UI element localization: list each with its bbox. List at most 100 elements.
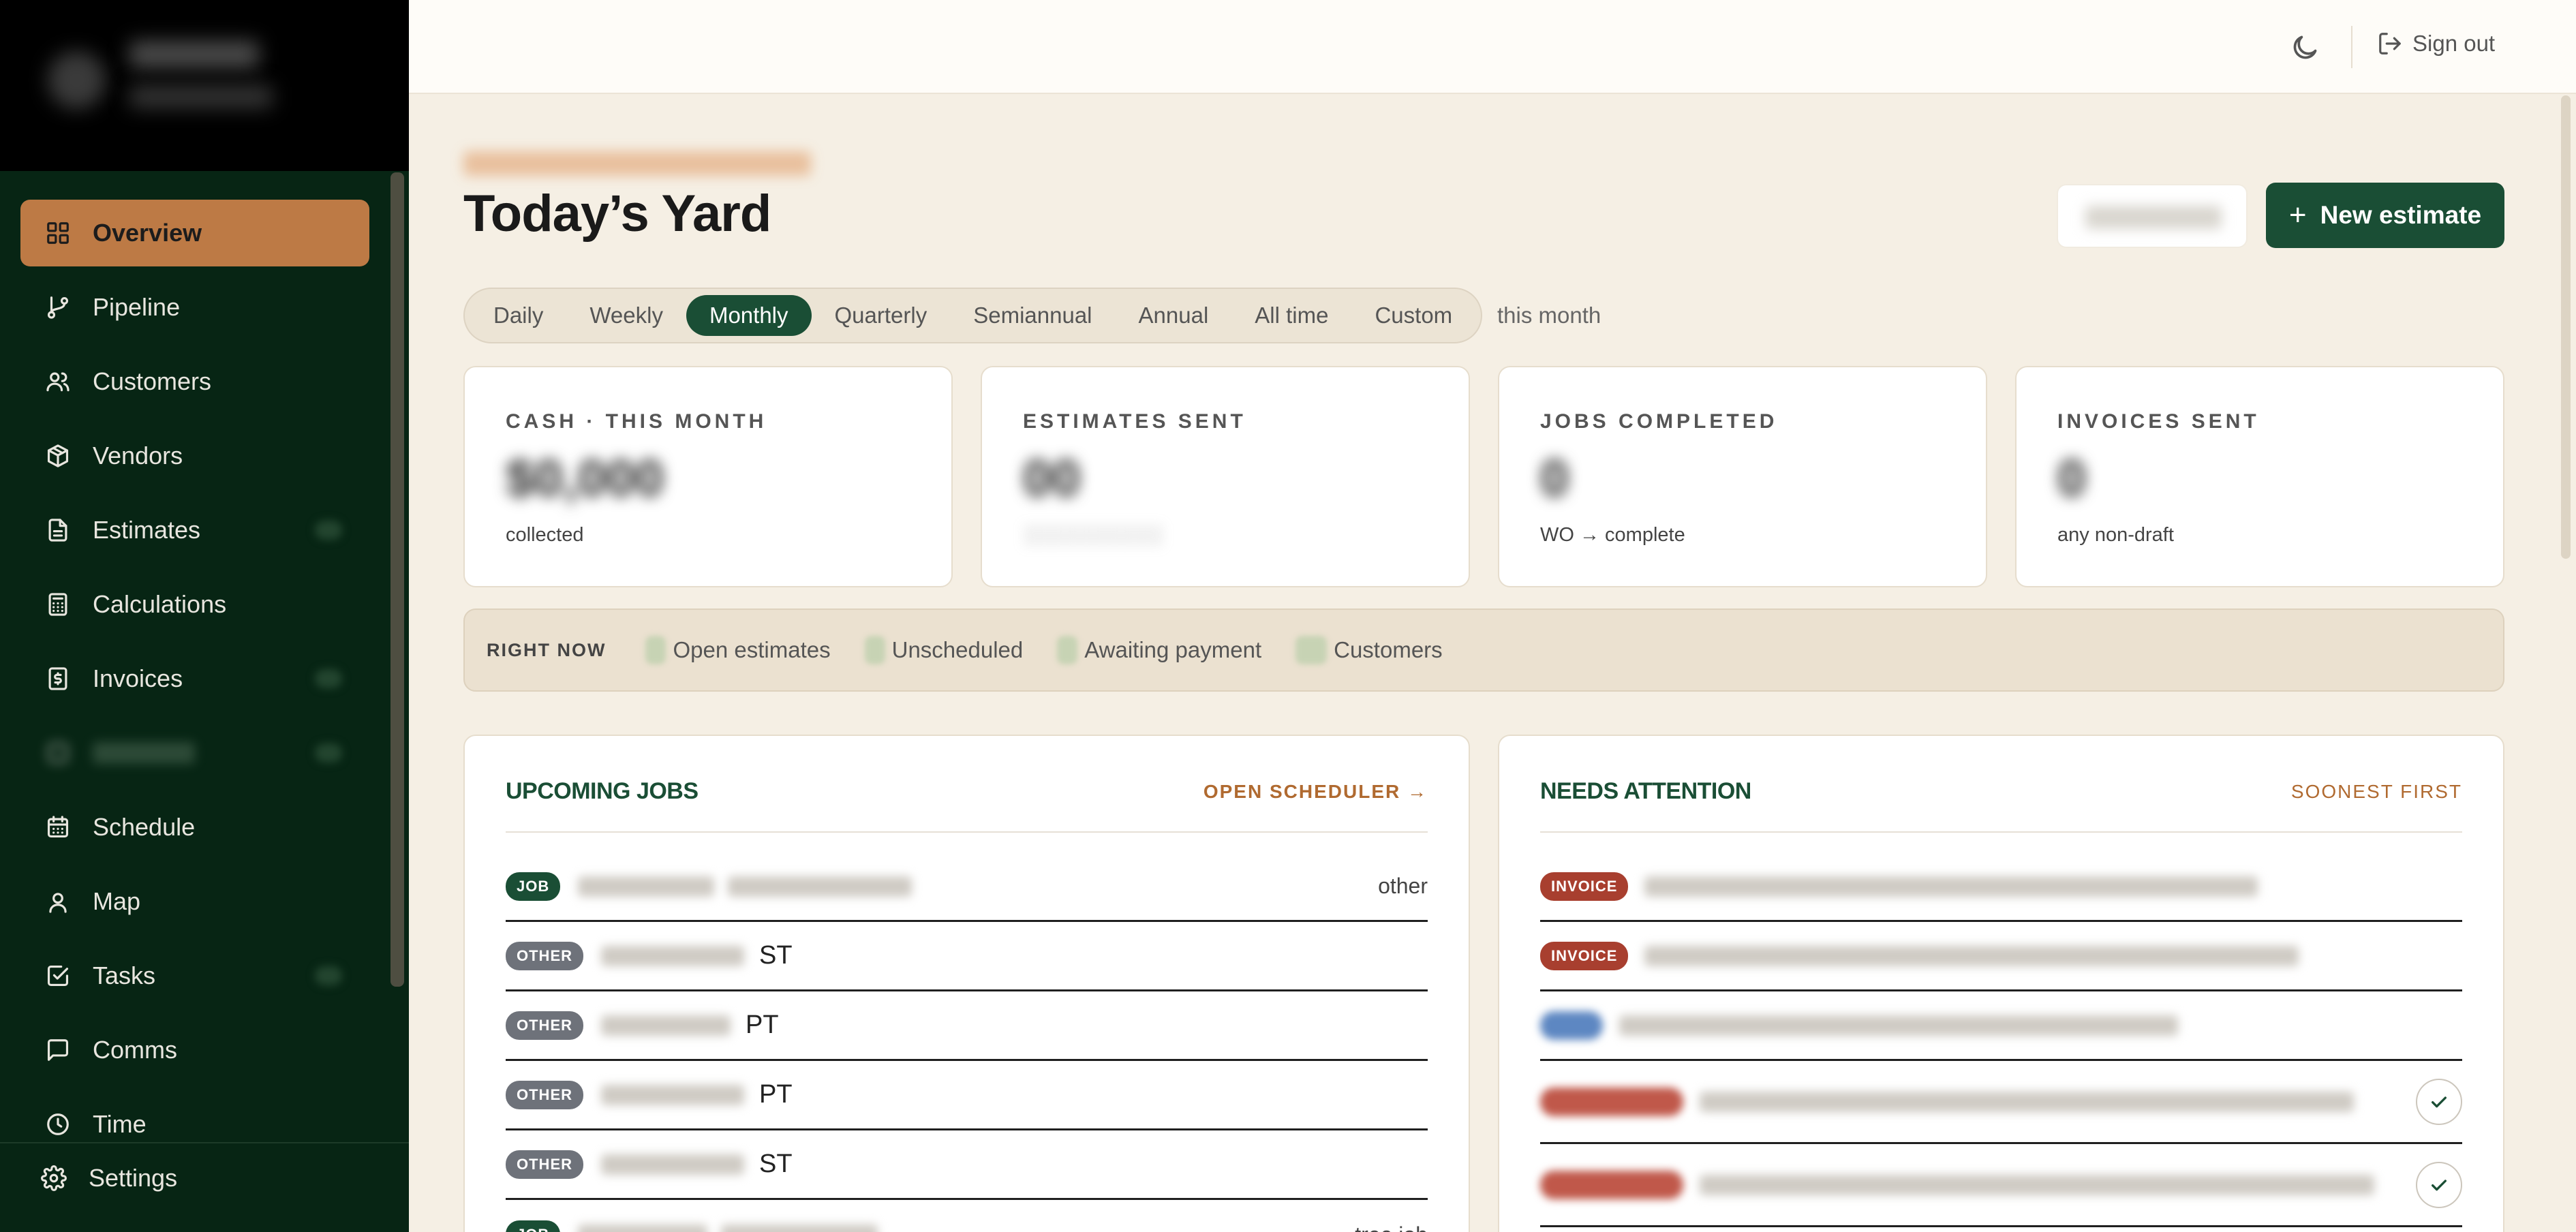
kpi-jobs-completed[interactable]: JOBS COMPLETED 0 WO → complete bbox=[1498, 366, 1987, 587]
job-time-redacted bbox=[601, 1154, 744, 1175]
count-badge bbox=[1057, 636, 1078, 664]
right-now-open-estimates[interactable]: Open estimates bbox=[645, 636, 831, 664]
sidebar-item-pipeline[interactable]: Pipeline bbox=[20, 274, 369, 341]
right-now-item-label: Customers bbox=[1334, 637, 1443, 662]
check-square-icon bbox=[45, 963, 71, 989]
attention-text-redacted bbox=[1644, 945, 2299, 966]
mark-done-button[interactable] bbox=[2416, 1078, 2462, 1125]
job-title: ST bbox=[759, 941, 793, 970]
date-line-redacted bbox=[463, 151, 811, 176]
tab-annual[interactable]: Annual bbox=[1116, 295, 1232, 336]
job-time-redacted bbox=[601, 945, 744, 966]
dollar-receipt-icon bbox=[45, 666, 71, 692]
tab-custom[interactable]: Custom bbox=[1351, 295, 1475, 336]
right-now-awaiting-payment[interactable]: Awaiting payment bbox=[1057, 636, 1261, 664]
job-row[interactable]: JOB other bbox=[506, 852, 1428, 922]
brand-logo bbox=[48, 51, 106, 109]
tab-quarterly[interactable]: Quarterly bbox=[812, 295, 951, 336]
right-now-item-label: Open estimates bbox=[673, 637, 831, 662]
job-row[interactable]: OTHER ST bbox=[506, 922, 1428, 991]
redacted-icon bbox=[45, 740, 71, 766]
kpi-subtext: any non-draft bbox=[2057, 524, 2174, 546]
tab-monthly[interactable]: Monthly bbox=[686, 295, 812, 336]
job-row[interactable]: OTHER ST bbox=[506, 1130, 1428, 1200]
upcoming-jobs-panel: UPCOMING JOBS OPEN SCHEDULER → JOB other… bbox=[463, 735, 1470, 1232]
sidebar-item-comms[interactable]: Comms bbox=[20, 1017, 369, 1083]
sidebar-item-customers[interactable]: Customers bbox=[20, 348, 369, 415]
map-pin-icon bbox=[45, 889, 71, 914]
add-customer-button[interactable] bbox=[2057, 184, 2248, 248]
attention-row[interactable]: • bbox=[1540, 1061, 2462, 1144]
sidebar-item-redacted[interactable] bbox=[20, 720, 369, 786]
attention-row[interactable]: INVOICE bbox=[1540, 852, 2462, 922]
kpi-label: INVOICES SENT bbox=[2057, 410, 2260, 433]
brand-name-redacted bbox=[129, 41, 259, 68]
job-title: ST bbox=[759, 1150, 793, 1178]
sidebar-item-map[interactable]: Map bbox=[20, 868, 369, 935]
job-type-badge: OTHER bbox=[506, 1080, 583, 1109]
tab-semiannual[interactable]: Semiannual bbox=[950, 295, 1115, 336]
kpi-estimates-sent[interactable]: ESTIMATES SENT 00 ░░░░░░░░░░ bbox=[981, 366, 1470, 587]
sidebar: Overview Pipeline Customers Vendors Esti… bbox=[0, 0, 409, 1232]
message-icon bbox=[45, 1037, 71, 1063]
kpi-subtext-redacted: ░░░░░░░░░░ bbox=[1023, 524, 1163, 546]
tab-daily[interactable]: Daily bbox=[470, 295, 566, 336]
attention-row[interactable]: • bbox=[1540, 991, 2462, 1061]
sidebar-item-tasks[interactable]: Tasks bbox=[20, 942, 369, 1009]
kpi-value-redacted: 0 bbox=[1540, 450, 1569, 508]
settings-label: Settings bbox=[89, 1164, 178, 1192]
sidebar-item-schedule[interactable]: Schedule bbox=[20, 794, 369, 861]
sort-soonest-first[interactable]: SOONEST FIRST bbox=[2291, 781, 2462, 803]
tab-all-time[interactable]: All time bbox=[1231, 295, 1351, 336]
job-row[interactable]: JOB tree job bbox=[506, 1200, 1428, 1232]
sidebar-item-label: Pipeline bbox=[93, 293, 181, 321]
sidebar-item-overview[interactable]: Overview bbox=[20, 200, 369, 266]
count-badge bbox=[1295, 636, 1328, 664]
kpi-invoices-sent[interactable]: INVOICES SENT 0 any non-draft bbox=[2015, 366, 2504, 587]
moon-icon[interactable] bbox=[2290, 33, 2320, 63]
kpi-cash[interactable]: CASH · THIS MONTH $0,000 collected bbox=[463, 366, 953, 587]
job-type-badge: OTHER bbox=[506, 1011, 583, 1040]
job-title: PT bbox=[746, 1011, 779, 1039]
attention-row[interactable]: INVOICE bbox=[1540, 922, 2462, 991]
sidebar-nav: Overview Pipeline Customers Vendors Esti… bbox=[20, 200, 369, 1165]
calendar-icon bbox=[45, 814, 71, 840]
kpi-subtext: collected bbox=[506, 524, 584, 546]
sidebar-item-settings[interactable]: Settings bbox=[41, 1164, 177, 1192]
sidebar-item-estimates[interactable]: Estimates bbox=[20, 497, 369, 564]
right-now-customers[interactable]: Customers bbox=[1295, 636, 1443, 664]
job-row[interactable]: OTHER PT bbox=[506, 991, 1428, 1061]
sidebar-item-label: Customers bbox=[93, 367, 212, 395]
package-icon bbox=[45, 443, 71, 469]
sidebar-item-invoices[interactable]: Invoices bbox=[20, 645, 369, 712]
invoice-badge: INVOICE bbox=[1540, 872, 1629, 901]
open-scheduler-link[interactable]: OPEN SCHEDULER → bbox=[1203, 781, 1428, 803]
panel-title: UPCOMING JOBS bbox=[506, 778, 699, 804]
new-estimate-button[interactable]: + New estimate bbox=[2266, 183, 2504, 248]
sidebar-item-label: Overview bbox=[93, 219, 202, 247]
mark-done-button[interactable] bbox=[2416, 1161, 2462, 1208]
divider bbox=[1540, 831, 2462, 833]
sidebar-item-label: Invoices bbox=[93, 664, 183, 692]
job-category: tree job bbox=[1355, 1222, 1428, 1232]
sidebar-footer: Settings bbox=[0, 1142, 409, 1232]
job-customer-redacted bbox=[728, 876, 913, 897]
brand-header[interactable] bbox=[0, 0, 409, 171]
sign-out-button[interactable]: Sign out bbox=[2377, 31, 2495, 57]
status-badge-redacted: • bbox=[1540, 1087, 1683, 1116]
job-row[interactable]: OTHER PT bbox=[506, 1061, 1428, 1130]
sidebar-item-calculations[interactable]: Calculations bbox=[20, 571, 369, 638]
kpi-value-redacted: 0 bbox=[2057, 450, 2087, 508]
job-type-badge: JOB bbox=[506, 872, 561, 901]
count-badge bbox=[315, 743, 342, 763]
right-now-unscheduled[interactable]: Unscheduled bbox=[864, 636, 1023, 664]
grid-icon bbox=[45, 220, 71, 246]
page-scrollbar[interactable] bbox=[2561, 95, 2571, 559]
tab-weekly[interactable]: Weekly bbox=[566, 295, 686, 336]
attention-text-redacted bbox=[1700, 1174, 2374, 1195]
attention-row[interactable]: • bbox=[1540, 1144, 2462, 1227]
sign-out-label: Sign out bbox=[2412, 31, 2496, 56]
job-time-redacted bbox=[578, 1225, 708, 1232]
sidebar-item-vendors[interactable]: Vendors bbox=[20, 422, 369, 489]
sidebar-scrollbar[interactable] bbox=[390, 172, 404, 987]
